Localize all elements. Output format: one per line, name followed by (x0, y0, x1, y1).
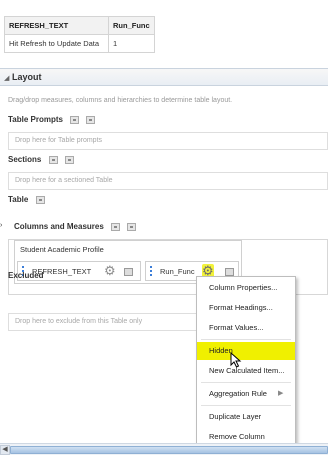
scrollbar-thumb[interactable] (10, 446, 328, 454)
table-prompts-text: Table Prompts (8, 115, 63, 124)
menu-item-hidden[interactable]: Hidden (197, 342, 295, 360)
columns-measures-label: Columns and Measures (14, 222, 137, 231)
prompts-icon[interactable] (86, 115, 96, 124)
table-prompts-label: Table Prompts (8, 115, 96, 124)
gear-icon[interactable]: ⚙ (104, 264, 116, 278)
panel-edge-marker: › (0, 222, 3, 229)
table-cell: Hit Refresh to Update Data (4, 34, 109, 53)
columns-measures-text: Columns and Measures (14, 222, 104, 231)
horizontal-scrollbar[interactable]: ◀ (0, 443, 328, 455)
column-header-refresh-text[interactable]: REFRESH_TEXT (4, 16, 109, 35)
menu-item-label: Aggregation Rule (209, 389, 267, 398)
menu-item-format-headings[interactable]: Format Headings... (197, 299, 295, 317)
properties-icon[interactable] (48, 155, 58, 164)
layout-instruction: Drag/drop measures, columns and hierarch… (8, 97, 233, 104)
menu-item-aggregation-rule[interactable]: Aggregation Rule ▶ (197, 385, 295, 403)
table-text: Table (8, 195, 29, 204)
sections-text: Sections (8, 155, 42, 164)
table-properties-icon[interactable] (35, 195, 45, 204)
results-preview-table: REFRESH_TEXT Run_Func Hit Refresh to Upd… (4, 16, 155, 53)
collapse-triangle-icon[interactable]: ◢ (4, 74, 9, 82)
layout-title: Layout (12, 72, 42, 82)
layout-panel-header[interactable]: ◢ Layout (0, 68, 328, 86)
column-header-run-func[interactable]: Run_Func (108, 16, 155, 35)
menu-separator (201, 382, 291, 383)
mouse-pointer-icon (230, 352, 242, 368)
menu-item-column-properties[interactable]: Column Properties... (197, 279, 295, 297)
excluded-label: Excluded (8, 271, 44, 280)
profile-title: Student Academic Profile (20, 245, 104, 254)
properties-icon[interactable] (111, 222, 121, 231)
menu-item-new-calculated-item[interactable]: New Calculated Item... (197, 362, 295, 380)
column-chip-label: Run_Func (160, 267, 195, 276)
excluded-drop-zone[interactable]: Drop here to exclude from this Table onl… (8, 313, 196, 331)
properties-icon[interactable] (225, 268, 234, 276)
table-label: Table (8, 195, 45, 204)
menu-item-duplicate-layer[interactable]: Duplicate Layer (197, 408, 295, 426)
menu-separator (201, 405, 291, 406)
table-prompts-drop-zone[interactable]: Drop here for Table prompts (8, 132, 328, 150)
submenu-arrow-icon: ▶ (278, 390, 284, 397)
properties-icon[interactable] (124, 268, 133, 276)
menu-separator (201, 339, 291, 340)
menu-item-format-values[interactable]: Format Values... (197, 319, 295, 337)
table-row: Hit Refresh to Update Data 1 (4, 34, 155, 53)
properties-icon[interactable] (70, 115, 80, 124)
sections-label: Sections (8, 155, 74, 164)
measures-icon[interactable] (127, 222, 137, 231)
scroll-left-arrow-icon[interactable]: ◀ (0, 445, 10, 455)
table-cell: 1 (108, 34, 155, 53)
drag-handle-icon[interactable] (150, 266, 154, 276)
sections-icon[interactable] (64, 155, 74, 164)
column-context-menu: Column Properties... Format Headings... … (196, 276, 296, 446)
sections-drop-zone[interactable]: Drop here for a sectioned Table (8, 172, 328, 190)
table-header-row: REFRESH_TEXT Run_Func (4, 16, 155, 35)
